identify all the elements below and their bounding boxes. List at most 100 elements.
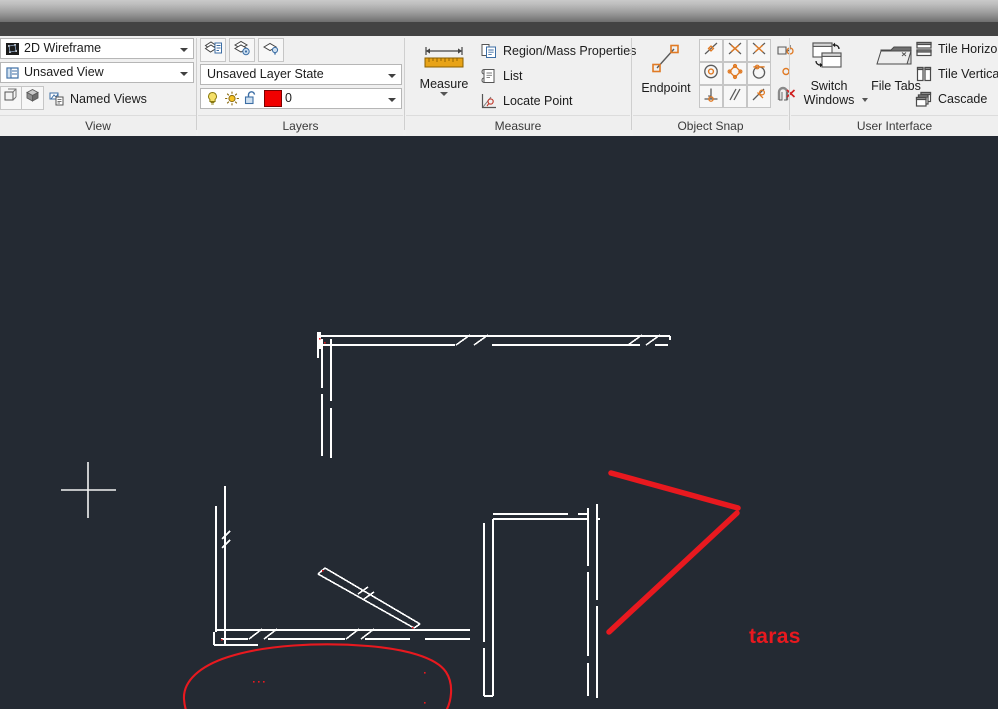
layer-combo[interactable]: 0 [200,88,402,109]
list-icon [480,67,498,85]
osnap-endpoint-button[interactable]: Endpoint [637,40,695,95]
layer-isolate-button[interactable] [258,38,284,62]
unlock-icon[interactable] [243,90,260,107]
osnap-center-button[interactable] [699,62,723,85]
panel-divider [789,38,790,130]
leader-lines [606,470,741,635]
osnap-quadrant-button[interactable] [723,62,747,85]
switch-windows-label-2: Windows [803,93,855,107]
menu-item-tile-horizontally[interactable]: Tile Horizontally [915,40,998,58]
layer-isolate-icon [262,39,281,62]
measure-button-label: Measure [419,77,469,91]
ribbon-panel-object-snap: Endpoint Object Snap [633,36,796,136]
menu-item-label: Locate Point [503,94,573,108]
named-views-label: Named Views [70,91,147,106]
osnap-perpendicular-button[interactable] [699,85,723,108]
menu-item-region-mass-properties[interactable]: Region/Mass Properties [480,42,636,60]
osnap-tangent-button[interactable] [747,62,771,85]
view-cube-icon [24,87,41,109]
viewport-configuration-button[interactable] [0,86,22,110]
osnap-midpoint-icon [702,40,720,62]
locate-point-icon [480,92,498,110]
visual-style-value: 2D Wireframe [24,41,102,55]
drawing-geometry [61,332,741,709]
menu-item-locate-point[interactable]: Locate Point [480,92,573,110]
switch-windows-label-1: Switch [810,79,848,93]
lightbulb-on-icon[interactable] [204,90,221,107]
menu-item-list[interactable]: List [480,67,522,85]
osnap-endpoint-icon [637,40,695,79]
annotation-oval [182,643,453,709]
layer-properties-button[interactable] [200,38,226,62]
drawing-canvas[interactable]: taras tu są 2 symbole przepustu [0,136,998,709]
panel-label-object-snap: Object Snap [633,115,788,136]
menu-item-label: List [503,69,523,83]
menu-item-label: Cascade [938,92,988,106]
menu-item-tile-vertically[interactable]: Tile Vertically [915,65,998,83]
measure-dropdown-arrow[interactable] [440,92,448,96]
osnap-quadrant-icon [726,63,744,85]
panel-label-user-interface: User Interface [791,115,998,136]
layer-name-value: 0 [285,91,292,105]
ribbon: 2D Wireframe Unsaved View Named Views Vi… [0,36,998,137]
crosshair-cursor [61,462,116,518]
layer-state-value: Unsaved Layer State [207,67,324,81]
region-mass-properties-icon [480,42,498,60]
named-view-icon [5,65,21,81]
osnap-perpendicular-icon [702,86,720,108]
sun-freeze-icon[interactable] [223,90,241,107]
visual-style-icon [5,41,21,57]
switch-windows-icon [795,40,863,77]
title-bar-lower-band [0,22,998,36]
layer-color-swatch[interactable] [264,90,282,107]
chevron-down-icon[interactable] [180,63,188,82]
menu-item-label: Region/Mass Properties [503,44,637,58]
menu-item-label: Tile Vertically [938,67,998,81]
chevron-down-icon[interactable] [180,39,188,58]
title-bar [0,0,998,22]
view-combo-value: Unsaved View [24,65,104,79]
visual-style-combo[interactable]: 2D Wireframe [0,38,194,59]
annotation-label-taras: taras [749,625,801,648]
osnap-center-icon [702,63,720,85]
ribbon-panel-measure: Measure Region/Mass Properties List Loca… [406,36,636,136]
measure-button[interactable]: Measure [412,42,476,96]
view-cube-button[interactable] [21,86,44,110]
tile-vertical-icon [915,65,933,83]
viewport-configuration-icon [3,87,20,109]
ribbon-panel-view: 2D Wireframe Unsaved View Named Views Vi… [0,36,196,136]
panel-divider [196,38,197,130]
view-combo[interactable]: Unsaved View [0,62,194,83]
osnap-tangent-icon [750,63,768,85]
switch-windows-button[interactable]: Switch Windows [795,40,863,107]
osnap-nearest-icon [750,86,768,108]
osnap-intersection-icon [726,40,744,62]
osnap-intersection-button[interactable] [723,39,747,62]
ribbon-panel-layers: Unsaved Layer State 0 Layers [198,36,403,136]
autocad-window: 2D Wireframe Unsaved View Named Views Vi… [0,0,998,709]
layer-states-icon [233,39,252,62]
named-views-button[interactable]: Named Views [48,90,147,107]
panel-label-measure: Measure [406,115,630,136]
chevron-down-icon[interactable] [388,89,396,108]
osnap-parallel-button[interactable] [723,85,747,108]
panel-label-view: View [0,115,196,136]
layer-state-combo[interactable]: Unsaved Layer State [200,64,402,85]
switch-windows-dropdown-arrow[interactable] [862,98,868,102]
osnap-apparent-intersect-button[interactable] [747,39,771,62]
ribbon-panel-user-interface: Switch Windows File Tabs Tile Horizo Til… [791,36,998,136]
measure-ruler-icon [412,42,476,75]
osnap-endpoint-label: Endpoint [641,81,691,95]
panel-divider [404,38,405,130]
osnap-midpoint-button[interactable] [699,39,723,62]
panel-divider [631,38,632,130]
layer-states-button[interactable] [229,38,255,62]
osnap-nearest-button[interactable] [747,85,771,108]
named-views-icon [48,90,65,107]
tile-horizontal-icon [915,40,933,58]
panel-label-layers: Layers [198,115,403,136]
menu-item-label: Tile Horizontally [938,42,998,56]
menu-item-cascade[interactable]: Cascade [915,90,987,108]
chevron-down-icon[interactable] [388,65,396,84]
osnap-apparent-intersect-icon [750,40,768,62]
